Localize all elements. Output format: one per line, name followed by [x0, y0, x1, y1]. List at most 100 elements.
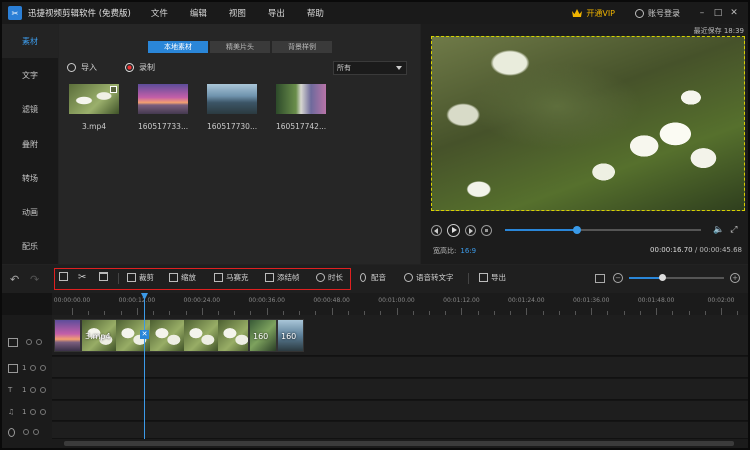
- menu-export[interactable]: 导出: [268, 7, 285, 19]
- video-preview[interactable]: [431, 36, 745, 211]
- edit-icon[interactable]: [59, 272, 71, 281]
- edit-toolbar: ↶ ↷ ✂ 裁剪 缩放 马赛克 添结帧 时长 配音 语音转文字 导出 − +: [2, 265, 748, 293]
- duration-label: 时长: [328, 273, 343, 282]
- zoom-out-icon[interactable]: −: [613, 273, 623, 283]
- timeline-clip[interactable]: [54, 319, 81, 352]
- menu-file[interactable]: 文件: [151, 7, 168, 19]
- music-track[interactable]: [52, 401, 748, 421]
- split-marker-icon[interactable]: ✕: [140, 330, 149, 339]
- record-icon[interactable]: [125, 63, 134, 72]
- aspect-ratio: 宽高比: 16:9: [433, 246, 476, 256]
- zoom-slider[interactable]: [629, 274, 724, 281]
- speaker-icon[interactable]: [33, 429, 39, 435]
- timeline-clip[interactable]: 160: [277, 319, 304, 352]
- microphone-icon: [8, 427, 15, 437]
- zoom-slider-handle[interactable]: [659, 274, 667, 281]
- import-button[interactable]: 导入: [81, 62, 97, 73]
- nav-item-music[interactable]: 配乐: [2, 230, 58, 264]
- maximize-icon[interactable]: □: [710, 8, 726, 18]
- zoom-button[interactable]: 缩放: [169, 272, 196, 283]
- record-button[interactable]: 录制: [139, 62, 155, 73]
- speaker-icon[interactable]: [40, 409, 47, 415]
- duration-button[interactable]: 时长: [316, 272, 343, 283]
- login-button[interactable]: 账号登录: [635, 8, 680, 19]
- media-thumbnail: [69, 84, 119, 114]
- split-icon[interactable]: ✂: [78, 272, 86, 283]
- toolbar-divider: [118, 273, 119, 284]
- ruler-tick: [266, 308, 268, 315]
- timeline-clip[interactable]: 160: [249, 319, 277, 352]
- import-row: 导入 录制: [67, 62, 155, 73]
- total-time: 00:00:45.68: [699, 246, 742, 254]
- stop-button[interactable]: [481, 224, 492, 236]
- lock-icon[interactable]: [23, 429, 29, 435]
- voice-track[interactable]: [52, 422, 748, 439]
- eye-icon[interactable]: [36, 339, 42, 345]
- prev-frame-button[interactable]: [431, 224, 442, 236]
- nav-item-media[interactable]: 素材: [2, 24, 58, 59]
- fit-timeline-icon[interactable]: [595, 273, 605, 283]
- tab-backgrounds[interactable]: 背景样例: [272, 41, 332, 53]
- text-track[interactable]: [52, 379, 748, 400]
- timeline-scrollbar[interactable]: [52, 439, 748, 448]
- nav-item-filter[interactable]: 滤镜: [2, 93, 58, 127]
- filter-select[interactable]: 所有: [333, 61, 407, 75]
- tab-intros[interactable]: 精美片头: [210, 41, 270, 53]
- undo-icon[interactable]: ↶: [10, 273, 24, 286]
- speech-to-text-button[interactable]: 语音转文字: [404, 272, 454, 283]
- play-button[interactable]: [447, 223, 460, 237]
- media-item[interactable]: 3.mp4: [69, 84, 119, 131]
- delete-icon[interactable]: [99, 272, 111, 281]
- crop-button[interactable]: 裁剪: [127, 272, 154, 283]
- zoom-in-icon[interactable]: +: [730, 273, 740, 283]
- menu-edit[interactable]: 编辑: [190, 7, 207, 19]
- video-track[interactable]: 3.mp4 160 160: [52, 315, 748, 356]
- dub-label: 配音: [371, 273, 386, 282]
- scrollbar-thumb[interactable]: [64, 441, 734, 446]
- export-button[interactable]: 导出: [479, 272, 506, 283]
- lock-icon[interactable]: [30, 387, 37, 393]
- media-item-label: 160517742...: [276, 122, 327, 131]
- seek-handle[interactable]: [572, 226, 581, 234]
- vip-button[interactable]: 开通VIP: [572, 8, 615, 19]
- minimize-icon[interactable]: –: [694, 8, 710, 18]
- lock-icon[interactable]: [30, 365, 37, 371]
- eye-icon[interactable]: [40, 387, 47, 393]
- menu-view[interactable]: 视图: [229, 7, 246, 19]
- next-frame-button[interactable]: [465, 224, 476, 236]
- dub-button[interactable]: 配音: [360, 272, 386, 283]
- nav-item-overlay[interactable]: 叠附: [2, 127, 58, 161]
- media-item[interactable]: 160517730...: [207, 84, 257, 131]
- menu-help[interactable]: 帮助: [307, 7, 324, 19]
- lock-icon[interactable]: [30, 409, 37, 415]
- media-thumbnail: [207, 84, 257, 114]
- close-icon[interactable]: ✕: [726, 8, 742, 18]
- freeze-frame-label: 添结帧: [277, 273, 300, 282]
- media-item[interactable]: 160517733...: [138, 84, 188, 131]
- tab-local-media[interactable]: 本地素材: [148, 41, 208, 53]
- aspect-label: 宽高比:: [433, 247, 457, 255]
- aspect-value[interactable]: 16:9: [460, 247, 476, 255]
- playhead[interactable]: [144, 293, 145, 439]
- import-icon[interactable]: [67, 63, 76, 72]
- user-icon: [635, 8, 644, 18]
- redo-icon[interactable]: ↷: [30, 273, 44, 286]
- nav-item-animation[interactable]: 动画: [2, 195, 58, 229]
- freeze-frame-button[interactable]: 添结帧: [265, 272, 300, 283]
- timeline-clip[interactable]: 3.mp4: [81, 319, 249, 352]
- seek-progress: [505, 229, 577, 231]
- nav-item-text[interactable]: 文字: [2, 58, 58, 92]
- video-track-icon: [8, 337, 18, 347]
- media-thumbnail: [138, 84, 188, 114]
- seek-slider[interactable]: [505, 226, 701, 234]
- media-item[interactable]: 160517742...: [276, 84, 326, 131]
- lock-icon[interactable]: [26, 339, 32, 345]
- volume-icon[interactable]: 🔈: [713, 225, 724, 235]
- pip-track[interactable]: [52, 357, 748, 378]
- nav-item-transition[interactable]: 转场: [2, 161, 58, 195]
- time-ruler[interactable]: 00:00:00.00 00:00:12.00 00:00:24.00 00:00:3…: [52, 293, 748, 315]
- mosaic-button[interactable]: 马赛克: [214, 272, 249, 283]
- current-time: 00:00:16.70: [650, 246, 693, 254]
- eye-icon[interactable]: [40, 365, 47, 371]
- fullscreen-icon[interactable]: ⤢: [730, 225, 737, 235]
